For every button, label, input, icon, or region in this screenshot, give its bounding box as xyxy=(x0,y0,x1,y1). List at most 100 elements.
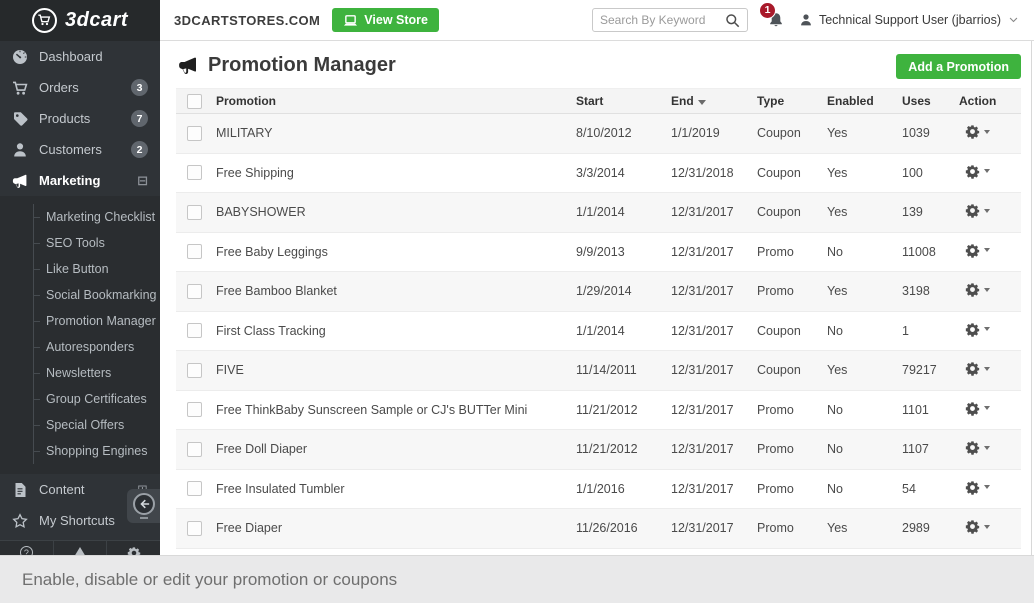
gear-icon xyxy=(965,480,980,495)
search-icon[interactable] xyxy=(725,13,740,28)
row-checkbox[interactable] xyxy=(187,402,202,418)
column-header-uses[interactable]: Uses xyxy=(902,88,959,114)
sidebar: Dashboard Orders 3 Products 7 Customers xyxy=(0,41,160,555)
submenu-item[interactable]: Newsletters xyxy=(0,360,160,386)
row-action-menu[interactable] xyxy=(959,124,990,139)
row-checkbox[interactable] xyxy=(187,362,202,378)
cell-promotion-name: Free Diaper xyxy=(216,508,576,549)
row-checkbox[interactable] xyxy=(187,165,202,181)
cell-enabled: No xyxy=(827,390,902,430)
column-header-start[interactable]: Start xyxy=(576,88,671,114)
row-checkbox[interactable] xyxy=(187,520,202,536)
row-checkbox[interactable] xyxy=(187,441,202,457)
star-icon xyxy=(12,512,28,529)
submenu-item-label: Special Offers xyxy=(46,418,125,432)
cell-start-date: 1/1/2014 xyxy=(576,192,671,233)
user-icon xyxy=(799,13,813,27)
sort-desc-icon xyxy=(697,100,706,105)
submenu-item[interactable]: SEO Tools xyxy=(0,230,160,256)
row-action-menu[interactable] xyxy=(959,322,990,337)
view-store-button[interactable]: View Store xyxy=(332,8,439,32)
column-header-end-label: End xyxy=(671,94,694,108)
cell-end-date: 12/31/2017 xyxy=(671,232,757,272)
document-icon xyxy=(12,482,28,498)
submenu-item[interactable]: Promotion Manager xyxy=(0,308,160,334)
row-action-menu[interactable] xyxy=(959,243,990,258)
cell-start-date: 1/1/2016 xyxy=(576,469,671,509)
submenu-item[interactable]: Shopping Engines xyxy=(0,438,160,464)
row-checkbox[interactable] xyxy=(187,125,202,141)
submenu-item[interactable]: Autoresponders xyxy=(0,334,160,360)
row-action-menu[interactable] xyxy=(959,361,990,376)
row-action-menu[interactable] xyxy=(959,480,990,495)
row-action-menu[interactable] xyxy=(959,282,990,297)
sidebar-item[interactable]: Orders 3 xyxy=(0,72,160,103)
sidebar-item[interactable]: Customers 2 xyxy=(0,134,160,165)
search-box xyxy=(591,8,748,32)
cell-end-date: 12/31/2017 xyxy=(671,192,757,233)
collapse-dash xyxy=(139,517,148,519)
caret-down-icon xyxy=(984,445,990,450)
column-header-action[interactable]: Action xyxy=(959,88,1021,114)
sidebar-item[interactable]: Products 7 xyxy=(0,103,160,134)
row-action-menu[interactable] xyxy=(959,440,990,455)
cell-end-date: 12/31/2017 xyxy=(671,350,757,391)
submenu-item[interactable]: Marketing Checklist xyxy=(0,204,160,230)
user-menu[interactable]: Technical Support User (jbarrios) xyxy=(799,13,1018,27)
cell-enabled: Yes xyxy=(827,271,902,312)
sidebar-collapse-button[interactable] xyxy=(127,489,160,523)
cell-end-date: 12/31/2017 xyxy=(671,311,757,351)
caret-down-icon xyxy=(984,366,990,371)
submenu-item[interactable]: Like Button xyxy=(0,256,160,282)
cell-end-date: 12/31/2017 xyxy=(671,469,757,509)
select-all-checkbox[interactable] xyxy=(187,93,202,109)
cell-type: Promo xyxy=(757,232,827,272)
cell-enabled: No xyxy=(827,429,902,470)
row-action-menu[interactable] xyxy=(959,519,990,534)
app-logo[interactable]: 3dcart xyxy=(0,0,160,41)
caret-down-icon xyxy=(984,485,990,490)
submenu-item[interactable]: Special Offers xyxy=(0,412,160,438)
add-promotion-button[interactable]: Add a Promotion xyxy=(896,54,1021,79)
cell-uses: 54 xyxy=(902,469,959,509)
cell-start-date: 9/9/2013 xyxy=(576,232,671,272)
cell-start-date: 8/10/2012 xyxy=(576,113,671,154)
row-checkbox[interactable] xyxy=(187,481,202,497)
collapse-icon[interactable]: ⊟ xyxy=(137,174,148,187)
cell-type: Coupon xyxy=(757,350,827,391)
caret-down-icon xyxy=(984,248,990,253)
gear-icon xyxy=(965,440,980,455)
cell-promotion-name: First Class Tracking xyxy=(216,311,576,351)
column-header-enabled[interactable]: Enabled xyxy=(827,88,902,114)
cell-end-date: 12/31/2017 xyxy=(671,508,757,549)
gear-icon xyxy=(965,519,980,534)
column-header-end[interactable]: End xyxy=(671,88,757,114)
submenu-item[interactable]: Group Certificates xyxy=(0,386,160,412)
settings-button[interactable] xyxy=(107,541,160,555)
table-row: First Class Tracking 1/1/2014 12/31/2017… xyxy=(176,311,1021,351)
help-icon: ? xyxy=(19,546,33,555)
search-input[interactable] xyxy=(599,13,725,27)
row-action-menu[interactable] xyxy=(959,164,990,179)
megaphone-icon xyxy=(12,173,28,189)
help-button[interactable]: ? xyxy=(0,541,54,555)
cell-promotion-name: FIVE xyxy=(216,350,576,391)
sidebar-item-label: Dashboard xyxy=(39,49,103,64)
upgrade-button[interactable] xyxy=(54,541,108,555)
row-checkbox[interactable] xyxy=(187,204,202,220)
sidebar-item[interactable]: Dashboard xyxy=(0,41,160,72)
status-text: Enable, disable or edit your promotion o… xyxy=(22,569,398,589)
sidebar-item[interactable]: Marketing ⊟ xyxy=(0,165,160,196)
sidebar-item-label: Orders xyxy=(39,80,79,95)
row-checkbox[interactable] xyxy=(187,244,202,260)
row-action-menu[interactable] xyxy=(959,203,990,218)
cell-uses: 1 xyxy=(902,311,959,351)
count-badge: 2 xyxy=(131,141,148,158)
notifications-bell[interactable]: 1 xyxy=(758,1,784,29)
submenu-item[interactable]: Social Bookmarking xyxy=(0,282,160,308)
row-checkbox[interactable] xyxy=(187,283,202,299)
row-checkbox[interactable] xyxy=(187,323,202,339)
row-action-menu[interactable] xyxy=(959,401,990,416)
column-header-type[interactable]: Type xyxy=(757,88,827,114)
column-header-promotion[interactable]: Promotion xyxy=(216,88,576,114)
